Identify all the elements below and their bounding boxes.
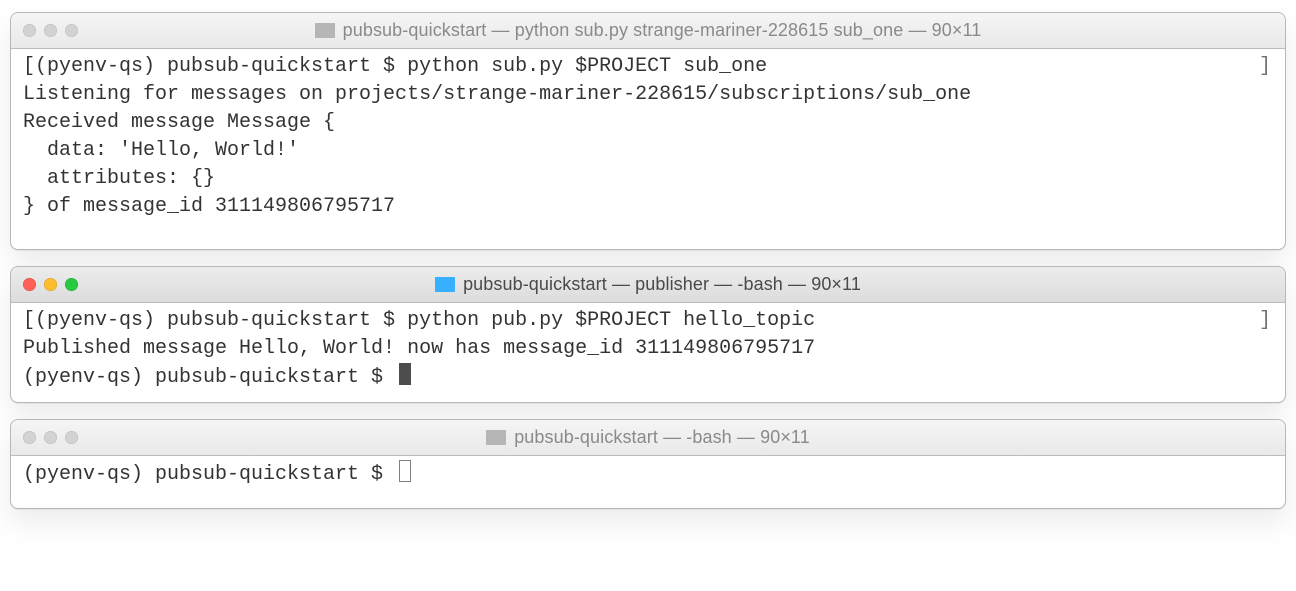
window-title: pubsub-quickstart — -bash — 90×11 xyxy=(514,427,810,448)
terminal-line: Published message Hello, World! now has … xyxy=(23,335,1273,363)
terminal-line: [(pyenv-qs) pubsub-quickstart $ python s… xyxy=(23,53,1273,81)
folder-icon xyxy=(486,430,506,445)
terminal-line: data: 'Hello, World!' xyxy=(23,137,1273,165)
window-controls xyxy=(23,267,78,302)
zoom-button[interactable] xyxy=(65,278,78,291)
terminal-text: data: 'Hello, World!' xyxy=(23,139,299,162)
titlebar[interactable]: pubsub-quickstart — -bash — 90×11 xyxy=(11,420,1285,456)
titlebar[interactable]: pubsub-quickstart — python sub.py strang… xyxy=(11,13,1285,49)
window-title-area: pubsub-quickstart — python sub.py strang… xyxy=(11,20,1285,41)
terminal-line: (pyenv-qs) pubsub-quickstart $ xyxy=(23,363,1273,392)
minimize-button[interactable] xyxy=(44,431,57,444)
folder-icon xyxy=(435,277,455,292)
terminal-window: pubsub-quickstart — python sub.py strang… xyxy=(10,12,1286,250)
terminal-line: (pyenv-qs) pubsub-quickstart $ xyxy=(23,460,1273,489)
terminal-line: attributes: {} xyxy=(23,165,1273,193)
window-title: pubsub-quickstart — python sub.py strang… xyxy=(343,20,982,41)
terminal-text: Listening for messages on projects/stran… xyxy=(23,83,971,106)
terminal-text: [(pyenv-qs) pubsub-quickstart $ python p… xyxy=(23,309,815,332)
terminal-window: pubsub-quickstart — publisher — -bash — … xyxy=(10,266,1286,403)
window-title-area: pubsub-quickstart — publisher — -bash — … xyxy=(11,274,1285,295)
minimize-button[interactable] xyxy=(44,278,57,291)
zoom-button[interactable] xyxy=(65,431,78,444)
terminal-body[interactable]: [(pyenv-qs) pubsub-quickstart $ python s… xyxy=(11,49,1285,249)
terminal-body[interactable]: [(pyenv-qs) pubsub-quickstart $ python p… xyxy=(11,303,1285,402)
terminal-line: [(pyenv-qs) pubsub-quickstart $ python p… xyxy=(23,307,1273,335)
cursor-icon xyxy=(399,460,411,482)
titlebar[interactable]: pubsub-quickstart — publisher — -bash — … xyxy=(11,267,1285,303)
close-button[interactable] xyxy=(23,431,36,444)
terminal-line: Listening for messages on projects/stran… xyxy=(23,81,1273,109)
window-controls xyxy=(23,420,78,455)
close-button[interactable] xyxy=(23,278,36,291)
terminal-text: Published message Hello, World! now has … xyxy=(23,337,815,360)
terminal-text: (pyenv-qs) pubsub-quickstart $ xyxy=(23,366,395,389)
terminal-text: attributes: {} xyxy=(23,167,215,190)
terminal-line: Received message Message { xyxy=(23,109,1273,137)
terminal-text: [(pyenv-qs) pubsub-quickstart $ python s… xyxy=(23,55,767,78)
terminal-text: (pyenv-qs) pubsub-quickstart $ xyxy=(23,463,395,486)
folder-icon xyxy=(315,23,335,38)
terminal-body[interactable]: (pyenv-qs) pubsub-quickstart $ xyxy=(11,456,1285,508)
close-button[interactable] xyxy=(23,24,36,37)
window-title: pubsub-quickstart — publisher — -bash — … xyxy=(463,274,861,295)
minimize-button[interactable] xyxy=(44,24,57,37)
terminal-window: pubsub-quickstart — -bash — 90×11 (pyenv-… xyxy=(10,419,1286,509)
zoom-button[interactable] xyxy=(65,24,78,37)
terminal-line: } of message_id 311149806795717 xyxy=(23,193,1273,221)
terminal-text: Received message Message { xyxy=(23,111,335,134)
cursor-icon xyxy=(399,363,411,385)
terminal-text: } of message_id 311149806795717 xyxy=(23,195,395,218)
window-controls xyxy=(23,13,78,48)
window-title-area: pubsub-quickstart — -bash — 90×11 xyxy=(11,427,1285,448)
